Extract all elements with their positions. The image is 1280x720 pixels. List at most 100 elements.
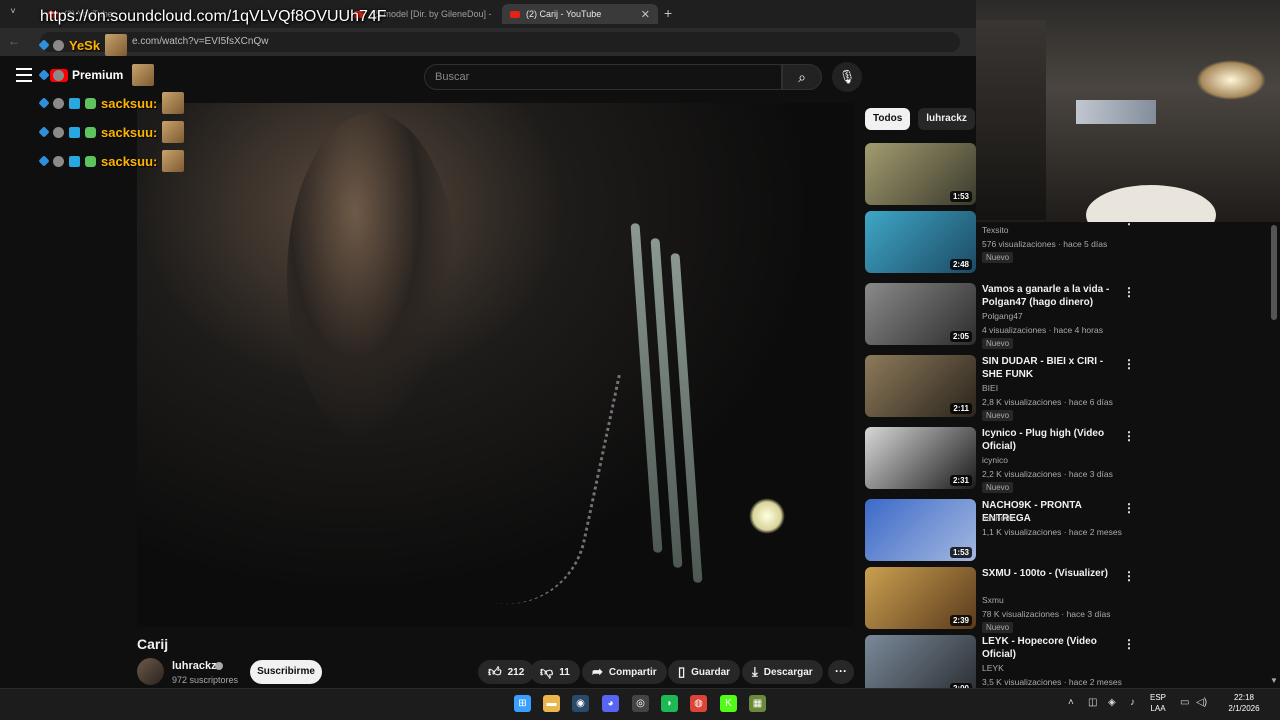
video-meta: 2,2 K visualizaciones · hace 3 días bbox=[982, 469, 1113, 479]
file-explorer-icon[interactable]: ▬ bbox=[543, 695, 560, 712]
new-badge: Nuevo bbox=[982, 482, 1014, 493]
video-meta: 78 K visualizaciones · hace 3 días bbox=[982, 609, 1111, 619]
recommended-video[interactable]: 2:31 Icynico - Plug high (Video Oficial) i… bbox=[865, 427, 1265, 493]
video-channel[interactable]: Sxmu bbox=[982, 595, 1004, 605]
tray-network-icon[interactable]: ◫ bbox=[1088, 697, 1097, 708]
video-title[interactable]: LEYK - Hopecore (Video Oficial) bbox=[982, 635, 1122, 661]
green-badge-icon bbox=[85, 155, 96, 167]
windows-start-icon[interactable]: ⊞ bbox=[514, 695, 531, 712]
like-button[interactable]: 👍︎ 212 bbox=[478, 660, 535, 684]
new-badge: Nuevo bbox=[982, 622, 1014, 633]
screen: ˅ (2) YouTube (2) model [Dir. by GileneD… bbox=[0, 0, 1280, 720]
more-options-icon[interactable]: ⋮ bbox=[1123, 285, 1135, 299]
tab-search-icon[interactable]: ˅ bbox=[4, 6, 22, 22]
video-title[interactable]: Icynico - Plug high (Video Oficial) bbox=[982, 427, 1122, 453]
back-arrow-icon[interactable]: ← bbox=[8, 34, 20, 48]
video-title[interactable]: Vamos a ganarle a la vida - Polgan47 (ha… bbox=[982, 283, 1122, 309]
new-tab-icon[interactable]: + bbox=[664, 5, 672, 21]
gem-badge-icon bbox=[69, 126, 80, 138]
video-thumbnail[interactable]: 2:39 bbox=[865, 567, 976, 629]
tray-chevron-icon[interactable]: ˄ bbox=[1068, 697, 1074, 708]
search-icon[interactable]: ⌕ bbox=[782, 64, 822, 90]
more-options-icon[interactable]: ⋮ bbox=[1123, 357, 1135, 371]
chip-todos[interactable]: Todos bbox=[865, 108, 911, 130]
video-meta: 1,1 K visualizaciones · hace 2 meses bbox=[982, 527, 1122, 537]
recommended-video[interactable]: 1:53 NACHO9K - PRONTA ENTREGA nacho9k 1,1 K… bbox=[865, 499, 1265, 563]
video-thumbnail[interactable]: 2:31 bbox=[865, 427, 976, 489]
discord-icon[interactable]: ◕ bbox=[602, 695, 619, 712]
sword-badge-icon bbox=[38, 126, 50, 138]
search-input[interactable]: Buscar bbox=[424, 64, 782, 90]
video-title[interactable]: SXMU - 100to - (Visualizer) bbox=[982, 567, 1122, 580]
badge-icon bbox=[53, 39, 64, 51]
video-channel[interactable]: Polgang47 bbox=[982, 311, 1023, 321]
video-title[interactable]: SIN DUDAR - BIEI x CIRI - SHE FUNK bbox=[982, 355, 1122, 381]
chrome-icon[interactable]: ◍ bbox=[690, 695, 707, 712]
green-badge-icon bbox=[85, 126, 96, 138]
channel-name[interactable]: luhrackz bbox=[172, 660, 217, 672]
recommended-video[interactable]: 2:05 Vamos a ganarle a la vida - Polgan47… bbox=[865, 283, 1265, 349]
browser-tab-active[interactable]: (2) Carij - YouTube ✕ bbox=[502, 4, 658, 24]
system-clock[interactable]: 22:18 2/1/2026 bbox=[1214, 692, 1274, 714]
app-icon[interactable]: ▦ bbox=[749, 695, 766, 712]
tray-volume-icon[interactable]: ◁) bbox=[1196, 697, 1207, 708]
video-channel[interactable]: Texsito bbox=[982, 225, 1008, 235]
subscribe-button[interactable]: Suscribirme bbox=[250, 660, 322, 684]
address-bar[interactable]: e.com/watch?v=EVI5fsXCnQw bbox=[40, 32, 960, 52]
video-channel[interactable]: LEYK bbox=[982, 663, 1004, 673]
steam-icon[interactable]: ◉ bbox=[572, 695, 589, 712]
emote-icon bbox=[105, 34, 128, 56]
download-button[interactable]: ⤓ Descargar bbox=[742, 660, 823, 684]
chat-username: YeSk bbox=[69, 37, 101, 53]
recommended-video[interactable]: 2:39 SXMU - 100to - (Visualizer) Sxmu 78 K … bbox=[865, 567, 1265, 633]
video-player[interactable] bbox=[137, 103, 854, 627]
share-button[interactable]: ➦ Compartir bbox=[582, 660, 667, 684]
webcam-table bbox=[1086, 185, 1216, 222]
chat-line-faded: YeSk bbox=[38, 34, 128, 56]
channel-avatar[interactable] bbox=[137, 658, 164, 685]
video-channel[interactable]: icynico bbox=[982, 455, 1008, 465]
chat-line: sacksuu: bbox=[38, 121, 185, 143]
video-meta: 2,8 K visualizaciones · hace 6 días bbox=[982, 397, 1113, 407]
chat-username: sacksuu: bbox=[101, 153, 158, 169]
sword-badge-icon bbox=[38, 97, 50, 109]
microphone-icon[interactable]: 🎙 bbox=[832, 62, 862, 92]
clock-date: 2/1/2026 bbox=[1228, 704, 1260, 713]
video-channel[interactable]: nacho9k bbox=[982, 513, 1014, 523]
video-thumbnail[interactable]: 2:11 bbox=[865, 355, 976, 417]
more-options-icon[interactable]: ⋮ bbox=[1123, 501, 1135, 515]
scroll-down-icon[interactable]: ▼ bbox=[1270, 676, 1278, 685]
more-options-icon[interactable]: ⋮ bbox=[1123, 429, 1135, 443]
obs-icon[interactable]: ◎ bbox=[632, 695, 649, 712]
download-label: Descargar bbox=[763, 666, 813, 678]
video-duration: 2:48 bbox=[949, 259, 972, 270]
recommended-video[interactable]: 2:11 SIN DUDAR - BIEI x CIRI - SHE FUNK BI… bbox=[865, 355, 1265, 421]
video-channel[interactable]: BIEI bbox=[982, 383, 998, 393]
tray-display-icon[interactable]: ▭ bbox=[1180, 697, 1189, 708]
video-thumbnail[interactable]: 2:05 bbox=[865, 283, 976, 345]
video-thumbnail[interactable]: 1:53 bbox=[865, 499, 976, 561]
video-duration: 2:31 bbox=[949, 475, 972, 486]
more-options-icon[interactable]: ⋮ bbox=[1123, 569, 1135, 583]
gem-badge-icon bbox=[69, 97, 80, 109]
address-bar-row: ← e.com/watch?v=EVI5fsXCnQw bbox=[0, 28, 976, 56]
save-button[interactable]: ▯ Guardar bbox=[668, 660, 741, 684]
new-badge: Nuevo bbox=[982, 410, 1014, 421]
video-thumbnail[interactable]: 1:53 bbox=[865, 143, 976, 205]
hamburger-menu-icon[interactable] bbox=[16, 68, 32, 82]
tray-shield-icon[interactable]: ◈ bbox=[1108, 697, 1116, 708]
sidebar-scrollbar[interactable] bbox=[1271, 225, 1277, 320]
kick-icon[interactable]: K bbox=[720, 695, 737, 712]
youtube-favicon-icon bbox=[510, 10, 520, 18]
spotify-icon[interactable]: ◗ bbox=[661, 695, 678, 712]
tray-mic-icon[interactable]: ♪ bbox=[1130, 697, 1135, 708]
more-actions-button[interactable]: ··· bbox=[828, 660, 854, 684]
chip-luhrackz[interactable]: luhrackz bbox=[918, 108, 975, 130]
webcam-lamp bbox=[1196, 60, 1266, 100]
language-indicator[interactable]: ESP LAA bbox=[1150, 692, 1166, 714]
more-options-icon[interactable]: ⋮ bbox=[1123, 637, 1135, 651]
video-duration: 2:11 bbox=[950, 403, 972, 414]
video-thumbnail[interactable]: 2:48 bbox=[865, 211, 976, 273]
dislike-button[interactable]: 👎︎ 11 bbox=[530, 660, 580, 684]
close-tab-icon[interactable]: ✕ bbox=[641, 8, 650, 21]
